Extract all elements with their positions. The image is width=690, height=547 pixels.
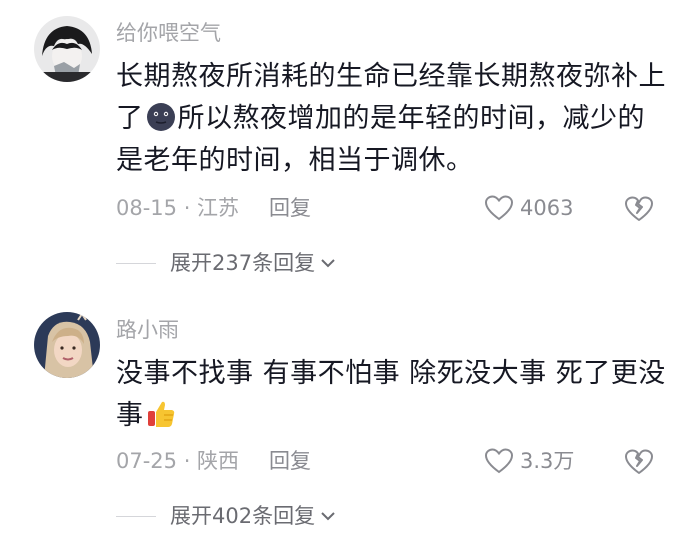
like-count: 3.3万 [520,449,575,473]
comment-text-part: 没事不找事 有事不怕事 除死没大事 死了更没事 [116,358,666,431]
comment-text-part: 所以熬夜增加的是年轻的时间，减少的是老年的时间，相当于调休。 [116,103,645,176]
chevron-down-icon [321,512,335,521]
reply-button[interactable]: 回复 [269,196,311,220]
reply-button[interactable]: 回复 [269,449,311,473]
divider-line [116,515,156,517]
divider-line [116,262,156,264]
heart-icon [484,448,514,474]
comment-date-location: 07-25 · 陕西 [116,449,240,473]
like-button[interactable]: 3.3万 [484,446,574,476]
comment-author[interactable]: 路小雨 [116,316,179,344]
moon-face-icon [146,102,176,132]
thumbs-up-icon [146,399,176,429]
comment-text: 没事不找事 有事不怕事 除死没大事 死了更没事 [116,353,671,437]
broken-heart-icon[interactable] [624,193,654,223]
expand-replies-label: 展开237条回复 [170,251,316,275]
chevron-down-icon [321,259,335,268]
comment-text: 长期熬夜所消耗的生命已经靠长期熬夜弥补上了 所以熬夜增加的是年轻的时间，减少的是老… [116,56,671,182]
like-count: 4063 [520,196,574,220]
like-button[interactable]: 4063 [484,193,573,223]
comment-date-location: 08-15 · 江苏 [116,196,240,220]
heart-icon [484,195,514,221]
comment-meta: 07-25 · 陕西 回复 [116,446,311,476]
comment-meta: 08-15 · 江苏 回复 [116,193,311,223]
expand-replies-button[interactable]: 展开237条回复 [116,248,337,278]
comment-author[interactable]: 给你喂空气 [116,19,221,47]
expand-replies-label: 展开402条回复 [170,504,316,528]
avatar[interactable] [34,312,100,378]
expand-replies-button[interactable]: 展开402条回复 [116,501,337,531]
broken-heart-icon[interactable] [624,446,654,476]
avatar[interactable] [34,16,100,82]
